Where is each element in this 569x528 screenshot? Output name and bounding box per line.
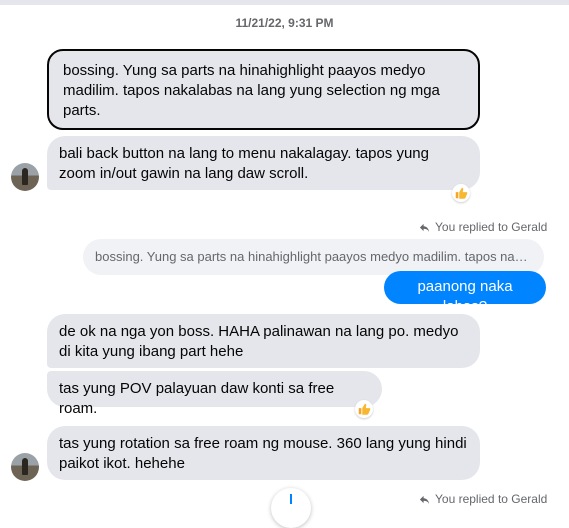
- thumbs-up-reaction-icon[interactable]: [452, 184, 470, 202]
- contact-avatar[interactable]: [11, 453, 39, 481]
- message-bubble-selected[interactable]: bossing. Yung sa parts na hinahighlight …: [47, 49, 480, 130]
- replied-label: You replied to Gerald: [435, 492, 548, 506]
- outgoing-message-bubble[interactable]: paanong naka labas?: [384, 271, 546, 315]
- replied-label: You replied to Gerald: [435, 220, 548, 234]
- replied-indicator: You replied to Gerald: [419, 492, 547, 506]
- message-bubble[interactable]: tas yung POV palayuan daw konti sa free …: [47, 371, 382, 417]
- reply-arrow-icon: [419, 223, 430, 232]
- replied-indicator: You replied to Gerald: [419, 220, 547, 234]
- header-divider: [0, 0, 569, 5]
- contact-avatar[interactable]: [11, 163, 39, 191]
- message-bubble[interactable]: de ok na nga yon boss. HAHA palinawan na…: [47, 314, 480, 368]
- scroll-to-bottom-button[interactable]: [271, 488, 311, 528]
- message-bubble[interactable]: tas yung rotation sa free roam ng mouse.…: [47, 426, 480, 480]
- thread-timestamp: 11/21/22, 9:31 PM: [235, 16, 334, 30]
- message-bubble[interactable]: bali back button na lang to menu nakalag…: [47, 136, 480, 190]
- thumbs-up-reaction-icon[interactable]: [355, 400, 373, 418]
- quoted-message[interactable]: bossing. Yung sa parts na hinahighlight …: [83, 239, 544, 275]
